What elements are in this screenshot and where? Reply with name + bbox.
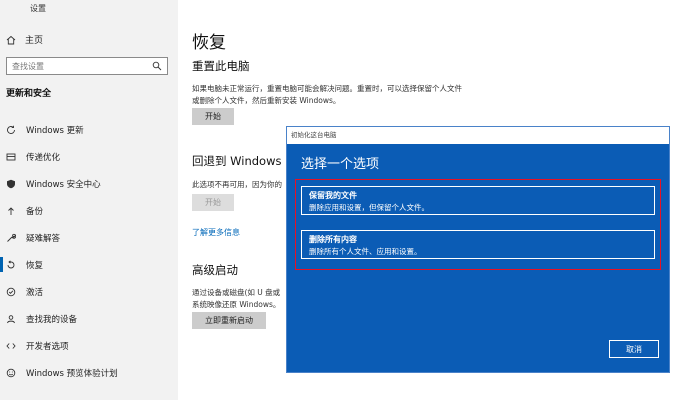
sidebar-item-label: 查找我的设备: [26, 314, 78, 325]
sidebar-item-insider-program[interactable]: Windows 预览体验计划: [0, 359, 178, 386]
search-input[interactable]: [12, 61, 152, 71]
advanced-startup-description: 通过设备或磁盘(如 U 盘或 系统映像还原 Windows。: [192, 288, 281, 309]
home-label: 主页: [25, 36, 44, 46]
section-title: 更新和安全: [6, 89, 52, 99]
refresh-icon: [6, 125, 16, 135]
option-title: 保留我的文件: [309, 191, 357, 200]
sidebar-item-windows-security[interactable]: Windows 安全中心: [0, 170, 178, 197]
keep-my-files-option[interactable]: 保留我的文件 删除应用和设置，但保留个人文件。: [301, 186, 655, 215]
sidebar-item-label: 开发者选项: [26, 341, 69, 352]
sidebar-item-windows-update[interactable]: Windows 更新: [0, 116, 178, 143]
advanced-startup-heading: 高级启动: [192, 263, 238, 277]
sidebar-item-find-my-device[interactable]: 查找我的设备: [0, 305, 178, 332]
option-title: 删除所有内容: [309, 235, 357, 244]
sidebar-item-label: Windows 更新: [26, 125, 84, 136]
sidebar-item-activation[interactable]: 激活: [0, 278, 178, 305]
sidebar-item-backup[interactable]: 备份: [0, 197, 178, 224]
restart-now-button[interactable]: 立即重新启动: [192, 312, 266, 329]
wrench-icon: [6, 233, 16, 243]
search-box[interactable]: [6, 57, 168, 75]
search-icon[interactable]: [152, 61, 162, 73]
settings-window: 设置 主页 更新和安全 Windows 更新 传递优化: [0, 0, 682, 400]
reset-heading: 重置此电脑: [192, 59, 250, 73]
dialog-heading: 选择一个选项: [301, 157, 380, 172]
person-pin-icon: [6, 314, 16, 324]
sidebar-item-label: Windows 安全中心: [26, 179, 101, 190]
reset-start-button[interactable]: 开始: [192, 108, 234, 125]
rollback-start-button[interactable]: 开始: [192, 194, 234, 211]
backup-icon: [6, 206, 16, 216]
sidebar-item-delivery-optimization[interactable]: 传递优化: [0, 143, 178, 170]
sidebar-item-label: 激活: [26, 287, 44, 298]
developer-icon: [6, 341, 16, 351]
rollback-heading: 回退到 Windows 10: [192, 154, 300, 168]
sidebar-item-label: 恢复: [26, 260, 44, 271]
shield-icon: [6, 179, 16, 189]
window-title: 设置: [30, 4, 46, 13]
nav-list: Windows 更新 传递优化 Windows 安全中心 备份 疑难解答 恢复: [0, 116, 178, 386]
home-icon: [6, 35, 16, 45]
options-highlight: 保留我的文件 删除应用和设置，但保留个人文件。 删除所有内容 删除所有个人文件、…: [295, 179, 661, 270]
delivery-icon: [6, 152, 16, 162]
smiley-icon: [6, 368, 16, 378]
sidebar-item-label: Windows 预览体验计划: [26, 368, 118, 379]
sidebar-item-troubleshoot[interactable]: 疑难解答: [0, 224, 178, 251]
sidebar-item-label: 备份: [26, 206, 44, 217]
reset-description: 如果电脑未正常运行，重置电脑可能会解决问题。重置时，可以选择保留个人文件或删除个…: [192, 84, 462, 105]
option-subtitle: 删除所有个人文件、应用和设置。: [309, 247, 422, 256]
recovery-icon: [6, 259, 16, 270]
cancel-button[interactable]: 取消: [609, 340, 659, 358]
learn-more-link[interactable]: 了解更多信息: [192, 227, 240, 238]
sidebar: 设置 主页 更新和安全 Windows 更新 传递优化: [0, 0, 178, 400]
sidebar-item-label: 传递优化: [26, 152, 61, 163]
remove-everything-option[interactable]: 删除所有内容 删除所有个人文件、应用和设置。: [301, 230, 655, 259]
sidebar-item-developer-options[interactable]: 开发者选项: [0, 332, 178, 359]
home-nav[interactable]: 主页: [6, 33, 43, 46]
sidebar-item-recovery[interactable]: 恢复: [0, 251, 178, 278]
reset-pc-dialog: 初始化这台电脑 选择一个选项 保留我的文件 删除应用和设置，但保留个人文件。 删…: [286, 126, 670, 373]
check-circle-icon: [6, 287, 16, 297]
page-title: 恢复: [192, 33, 226, 53]
sidebar-item-label: 疑难解答: [26, 233, 61, 244]
option-subtitle: 删除应用和设置，但保留个人文件。: [309, 203, 429, 212]
dialog-title: 初始化这台电脑: [287, 127, 669, 144]
